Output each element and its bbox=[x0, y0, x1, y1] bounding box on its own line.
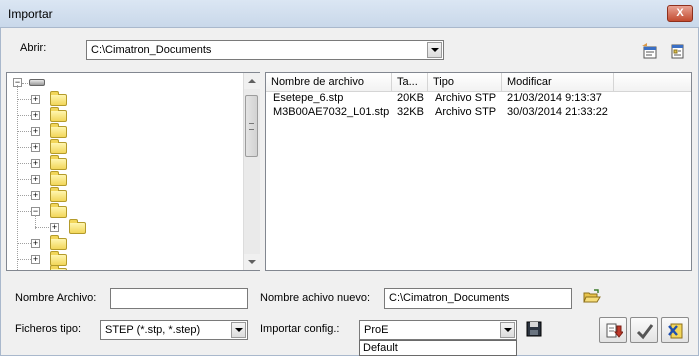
open-path-combo[interactable]: C:\Cimatron_Documents bbox=[86, 40, 444, 60]
folder-icon bbox=[50, 265, 67, 270]
import-config-value: ProE bbox=[364, 324, 389, 336]
folder-icon bbox=[50, 107, 67, 122]
file-name-label: Nombre Archivo: bbox=[15, 292, 97, 304]
properties-icon[interactable] bbox=[641, 42, 659, 60]
chevron-down-icon[interactable] bbox=[231, 322, 246, 338]
expand-icon[interactable]: + bbox=[50, 223, 59, 232]
tree-item[interactable]: + bbox=[7, 235, 242, 251]
tree-item[interactable]: + bbox=[7, 171, 242, 187]
new-file-name-value: C:\Cimatron_Documents bbox=[389, 292, 510, 304]
new-file-name-label: Nombre achivo nuevo: bbox=[260, 292, 371, 304]
open-label: Abrir: bbox=[20, 42, 47, 54]
checkmark-icon bbox=[636, 322, 654, 343]
tree-item[interactable]: + bbox=[7, 155, 242, 171]
file-types-combo[interactable]: STEP (*.stp, *.step) bbox=[100, 320, 248, 340]
dropdown-option[interactable]: Default bbox=[363, 342, 398, 354]
file-types-value: STEP (*.stp, *.step) bbox=[105, 324, 201, 336]
folder-icon bbox=[50, 187, 67, 202]
tree-item[interactable]: + bbox=[7, 139, 242, 155]
tree-scrollbar[interactable] bbox=[243, 73, 260, 270]
tree-item[interactable]: + bbox=[7, 107, 242, 123]
scroll-thumb[interactable] bbox=[245, 95, 258, 157]
import-button[interactable] bbox=[599, 317, 627, 343]
file-size: 20KB bbox=[397, 92, 424, 104]
save-icon[interactable] bbox=[526, 321, 542, 337]
folder-icon bbox=[50, 123, 67, 138]
expand-icon[interactable]: + bbox=[31, 159, 40, 168]
tree-item[interactable]: + bbox=[7, 187, 242, 203]
folder-icon bbox=[50, 91, 67, 106]
tree-item[interactable]: + bbox=[7, 91, 242, 107]
window-title: Importar bbox=[8, 7, 53, 21]
column-header-size[interactable]: Ta... bbox=[392, 73, 428, 92]
tree-item-child[interactable]: + bbox=[7, 219, 242, 235]
chevron-down-icon[interactable] bbox=[427, 42, 442, 58]
close-button[interactable]: X bbox=[667, 5, 693, 22]
column-header-type[interactable]: Tipo bbox=[428, 73, 502, 92]
expand-icon[interactable]: + bbox=[31, 143, 40, 152]
scroll-down-icon[interactable] bbox=[244, 254, 260, 270]
close-icon: X bbox=[676, 7, 684, 19]
expand-icon[interactable]: + bbox=[31, 239, 40, 248]
folder-open-icon[interactable] bbox=[583, 289, 601, 305]
chevron-down-icon[interactable] bbox=[500, 322, 515, 338]
import-config-combo[interactable]: ProE bbox=[359, 320, 517, 340]
file-name: M3B00AE7032_L01.stp bbox=[273, 106, 390, 118]
folder-icon bbox=[50, 155, 67, 170]
open-path-value: C:\Cimatron_Documents bbox=[91, 44, 212, 56]
folder-icon bbox=[50, 171, 67, 186]
file-modified: 30/03/2014 21:33:22 bbox=[507, 106, 608, 118]
expand-icon[interactable]: + bbox=[31, 127, 40, 136]
title-bar: Importar X bbox=[0, 0, 699, 28]
expand-icon[interactable]: + bbox=[31, 111, 40, 120]
import-down-icon bbox=[605, 322, 625, 343]
cancel-button[interactable] bbox=[661, 317, 689, 343]
tree-item-drive[interactable]: − bbox=[7, 75, 242, 91]
tree-item[interactable]: + bbox=[7, 123, 242, 139]
folder-icon bbox=[50, 139, 67, 154]
table-row[interactable]: Esetepe_6.stp 20KB Archivo STP 21/03/201… bbox=[266, 92, 691, 106]
scroll-up-icon[interactable] bbox=[244, 73, 260, 89]
expand-icon[interactable]: + bbox=[31, 95, 40, 104]
file-type: Archivo STP bbox=[435, 106, 497, 118]
file-type: Archivo STP bbox=[435, 92, 497, 104]
column-header-name[interactable]: Nombre de archivo bbox=[266, 73, 392, 92]
import-config-dropdown[interactable]: Default bbox=[359, 340, 517, 356]
file-name-field[interactable] bbox=[110, 288, 248, 309]
folder-view-icon[interactable] bbox=[668, 42, 686, 60]
import-config-label: Importar config.: bbox=[260, 323, 340, 335]
table-row[interactable]: M3B00AE7032_L01.stp 32KB Archivo STP 30/… bbox=[266, 106, 691, 120]
cancel-icon bbox=[667, 322, 685, 343]
folder-tree[interactable]: − + + + + + + + − + + + bbox=[6, 72, 260, 271]
file-size: 32KB bbox=[397, 106, 424, 118]
new-file-name-field[interactable]: C:\Cimatron_Documents bbox=[384, 288, 572, 309]
expand-icon[interactable]: + bbox=[31, 191, 40, 200]
column-header-filler bbox=[614, 73, 691, 92]
file-name: Esetepe_6.stp bbox=[273, 92, 344, 104]
file-types-label: Ficheros tipo: bbox=[15, 323, 82, 335]
folder-icon bbox=[50, 235, 67, 250]
file-modified: 21/03/2014 9:13:37 bbox=[507, 92, 602, 104]
ok-button[interactable] bbox=[630, 317, 658, 343]
column-header-modified[interactable]: Modificar bbox=[502, 73, 614, 92]
tree-item[interactable] bbox=[7, 265, 242, 270]
expand-icon[interactable]: + bbox=[31, 175, 40, 184]
file-list[interactable]: Nombre de archivo Ta... Tipo Modificar E… bbox=[265, 72, 692, 271]
folder-open-icon bbox=[50, 203, 67, 218]
folder-icon bbox=[69, 219, 86, 234]
expand-icon[interactable]: + bbox=[31, 255, 40, 264]
tree-item-expanded[interactable]: − bbox=[7, 203, 242, 219]
drive-icon bbox=[29, 79, 45, 86]
